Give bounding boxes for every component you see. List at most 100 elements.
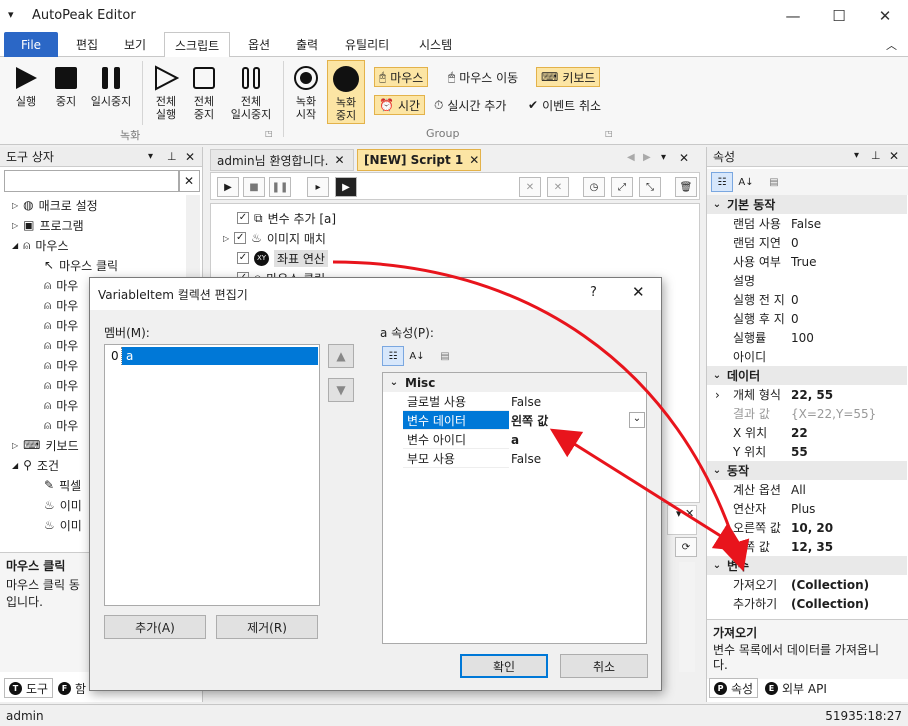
- add-button[interactable]: 추가(A): [104, 615, 206, 639]
- pause-button[interactable]: 일시중지: [86, 63, 136, 108]
- line-checkbox[interactable]: ✓: [237, 252, 249, 264]
- close-tab-icon[interactable]: ✕: [469, 153, 479, 167]
- property-pages-icon[interactable]: ▤: [763, 172, 785, 192]
- dialog-property-row[interactable]: 부모 사용 False: [383, 449, 646, 468]
- expand-icon[interactable]: ›: [715, 388, 720, 402]
- run-button[interactable]: 실행: [8, 63, 44, 108]
- expand-icon[interactable]: ⤢: [611, 177, 633, 197]
- time-toggle[interactable]: ⏰ 시간: [374, 95, 426, 115]
- trash-icon[interactable]: 🗑: [675, 177, 697, 197]
- toolbox-item[interactable]: ✎ 픽셀: [44, 475, 81, 495]
- property-row[interactable]: 실행 후 지0: [707, 309, 907, 328]
- collapse-icon[interactable]: ⌄: [383, 377, 405, 388]
- dialog-close-icon[interactable]: ✕: [632, 283, 645, 301]
- refresh-icon[interactable]: ⟳: [675, 537, 697, 557]
- property-row[interactable]: › 개체 형식 22, 55: [707, 385, 907, 404]
- output-scrollbar[interactable]: [679, 562, 695, 672]
- realtime-add-toggle[interactable]: ⏱ 실시간 추가: [430, 95, 510, 115]
- help-button[interactable]: ?: [590, 285, 597, 300]
- tab-options[interactable]: 옵션: [238, 32, 280, 57]
- toolbox-item[interactable]: ⍝ 마우: [44, 395, 78, 415]
- dialog-property-row[interactable]: 변수 아이디 a: [383, 430, 646, 449]
- group-launcher-icon[interactable]: ◳: [265, 129, 273, 138]
- script-line[interactable]: ▷ ✓ ♨ 이미지 매치: [223, 228, 326, 248]
- property-category[interactable]: ⌄ 데이터: [707, 366, 907, 385]
- move-up-icon[interactable]: ▲: [328, 344, 354, 368]
- toolbox-item[interactable]: ↖ 마우스 클릭: [44, 255, 118, 275]
- toolbox-item[interactable]: ♨ 이미: [44, 495, 82, 515]
- toolbox-item[interactable]: ⍝ 마우: [44, 295, 78, 315]
- collapse-icon[interactable]: ⌄: [707, 560, 727, 571]
- collapse-icon[interactable]: ⤡: [639, 177, 661, 197]
- close-panel-icon[interactable]: ✕: [185, 150, 195, 164]
- property-row[interactable]: 랜덤 지연 0: [707, 233, 907, 252]
- tab-script1[interactable]: [NEW] Script 1 ✕: [357, 149, 481, 171]
- tab-toolbox[interactable]: T 도구: [4, 678, 54, 698]
- property-row[interactable]: 결과 값 {X=22,Y=55}: [707, 404, 907, 423]
- property-category[interactable]: ⌄ 변수: [707, 556, 907, 575]
- line-checkbox[interactable]: ✓: [237, 212, 249, 224]
- step-icon[interactable]: ▸: [307, 177, 329, 197]
- property-value[interactable]: 왼쪽 값: [511, 411, 548, 430]
- tab-edit[interactable]: 편집: [66, 32, 108, 57]
- remove-button[interactable]: 제거(R): [216, 615, 318, 639]
- property-row[interactable]: 설명: [707, 271, 907, 290]
- property-category[interactable]: ⌄ 동작: [707, 461, 907, 480]
- expand-icon[interactable]: ▷: [12, 221, 18, 230]
- property-row[interactable]: 추가하기 (Collection): [707, 594, 907, 613]
- toolbox-item[interactable]: ⍝ 마우: [44, 415, 78, 435]
- toolbox-item[interactable]: ⍝ 마우: [44, 335, 78, 355]
- dialog-property-row[interactable]: 글로벌 사용 False: [383, 392, 646, 411]
- stop-button[interactable]: 중지: [48, 63, 84, 108]
- tab-script[interactable]: 스크립트: [164, 32, 231, 58]
- member-item[interactable]: 0 a: [106, 347, 318, 365]
- dropdown-icon[interactable]: ▾: [854, 150, 859, 161]
- event-cancel-toggle[interactable]: ✔ 이벤트 취소: [524, 95, 605, 115]
- property-row[interactable]: 아이디: [707, 347, 907, 366]
- tab-properties[interactable]: P 속성: [709, 678, 759, 698]
- pin-icon[interactable]: ⊥: [167, 150, 177, 163]
- property-row[interactable]: X 위치 22: [707, 423, 907, 442]
- tab-list-icon[interactable]: ▾: [661, 152, 666, 163]
- toolbox-item[interactable]: ⍝ 마우: [44, 315, 78, 335]
- tab-system[interactable]: 시스템: [409, 32, 462, 57]
- stop-icon[interactable]: ■: [243, 177, 265, 197]
- scroll-left-icon[interactable]: ◀: [627, 152, 635, 163]
- toolbox-item[interactable]: ◢ ⚲ 조건: [12, 455, 59, 475]
- scroll-right-icon[interactable]: ▶: [643, 152, 651, 163]
- collapse-icon[interactable]: ⌄: [707, 465, 727, 476]
- delete-all-icon[interactable]: ✕: [547, 177, 569, 197]
- property-row[interactable]: Y 위치 55: [707, 442, 907, 461]
- toolbox-item[interactable]: ⍝ 마우: [44, 355, 78, 375]
- close-tab-icon[interactable]: ✕: [334, 153, 344, 167]
- expand-icon[interactable]: ▷: [223, 234, 229, 243]
- tab-utility[interactable]: 유틸리티: [335, 32, 399, 57]
- stop-all-button[interactable]: 전체 중지: [186, 63, 222, 121]
- dialog-property-row[interactable]: 변수 데이터 왼쪽 값 ⌄: [383, 411, 646, 430]
- collapse-icon[interactable]: ⌄: [707, 199, 727, 210]
- close-panel-icon[interactable]: ✕: [889, 149, 899, 163]
- script-line[interactable]: ✓ ⧉ 변수 추가 [a]: [237, 208, 336, 228]
- property-row[interactable]: 가져오기 (Collection): [707, 575, 907, 594]
- property-row[interactable]: 오른쪽 값 10, 20: [707, 518, 907, 537]
- dropdown-icon[interactable]: ⌄: [629, 412, 645, 428]
- move-down-icon[interactable]: ▼: [328, 378, 354, 402]
- toolbox-item[interactable]: ♨ 이미: [44, 515, 82, 535]
- tab-external-api[interactable]: E 외부 API: [761, 678, 831, 698]
- toolbox-item[interactable]: ▷ ⌨ 키보드: [12, 435, 79, 455]
- tab-function[interactable]: F함: [54, 678, 90, 698]
- dropdown-icon[interactable]: ▾: [148, 151, 153, 162]
- pause-all-button[interactable]: 전체 일시중지: [226, 63, 276, 121]
- toolbox-item[interactable]: ⍝ 마우: [44, 275, 78, 295]
- categorized-icon[interactable]: ☷: [711, 172, 733, 192]
- expand-icon[interactable]: ▷: [12, 201, 18, 210]
- script-line[interactable]: ✓ XY 좌표 연산: [237, 248, 328, 268]
- minimize-button[interactable]: —: [770, 0, 816, 32]
- collapse-ribbon-icon[interactable]: ︿: [886, 37, 897, 53]
- tab-view[interactable]: 보기: [114, 32, 156, 57]
- expand-icon[interactable]: ◢: [12, 461, 18, 470]
- toolbox-item[interactable]: ◢ ⍝ 마우스: [12, 235, 68, 255]
- category-misc[interactable]: ⌄ Misc: [383, 373, 646, 392]
- run-from-icon[interactable]: ▶: [335, 177, 357, 197]
- expand-icon[interactable]: ◢: [12, 241, 18, 250]
